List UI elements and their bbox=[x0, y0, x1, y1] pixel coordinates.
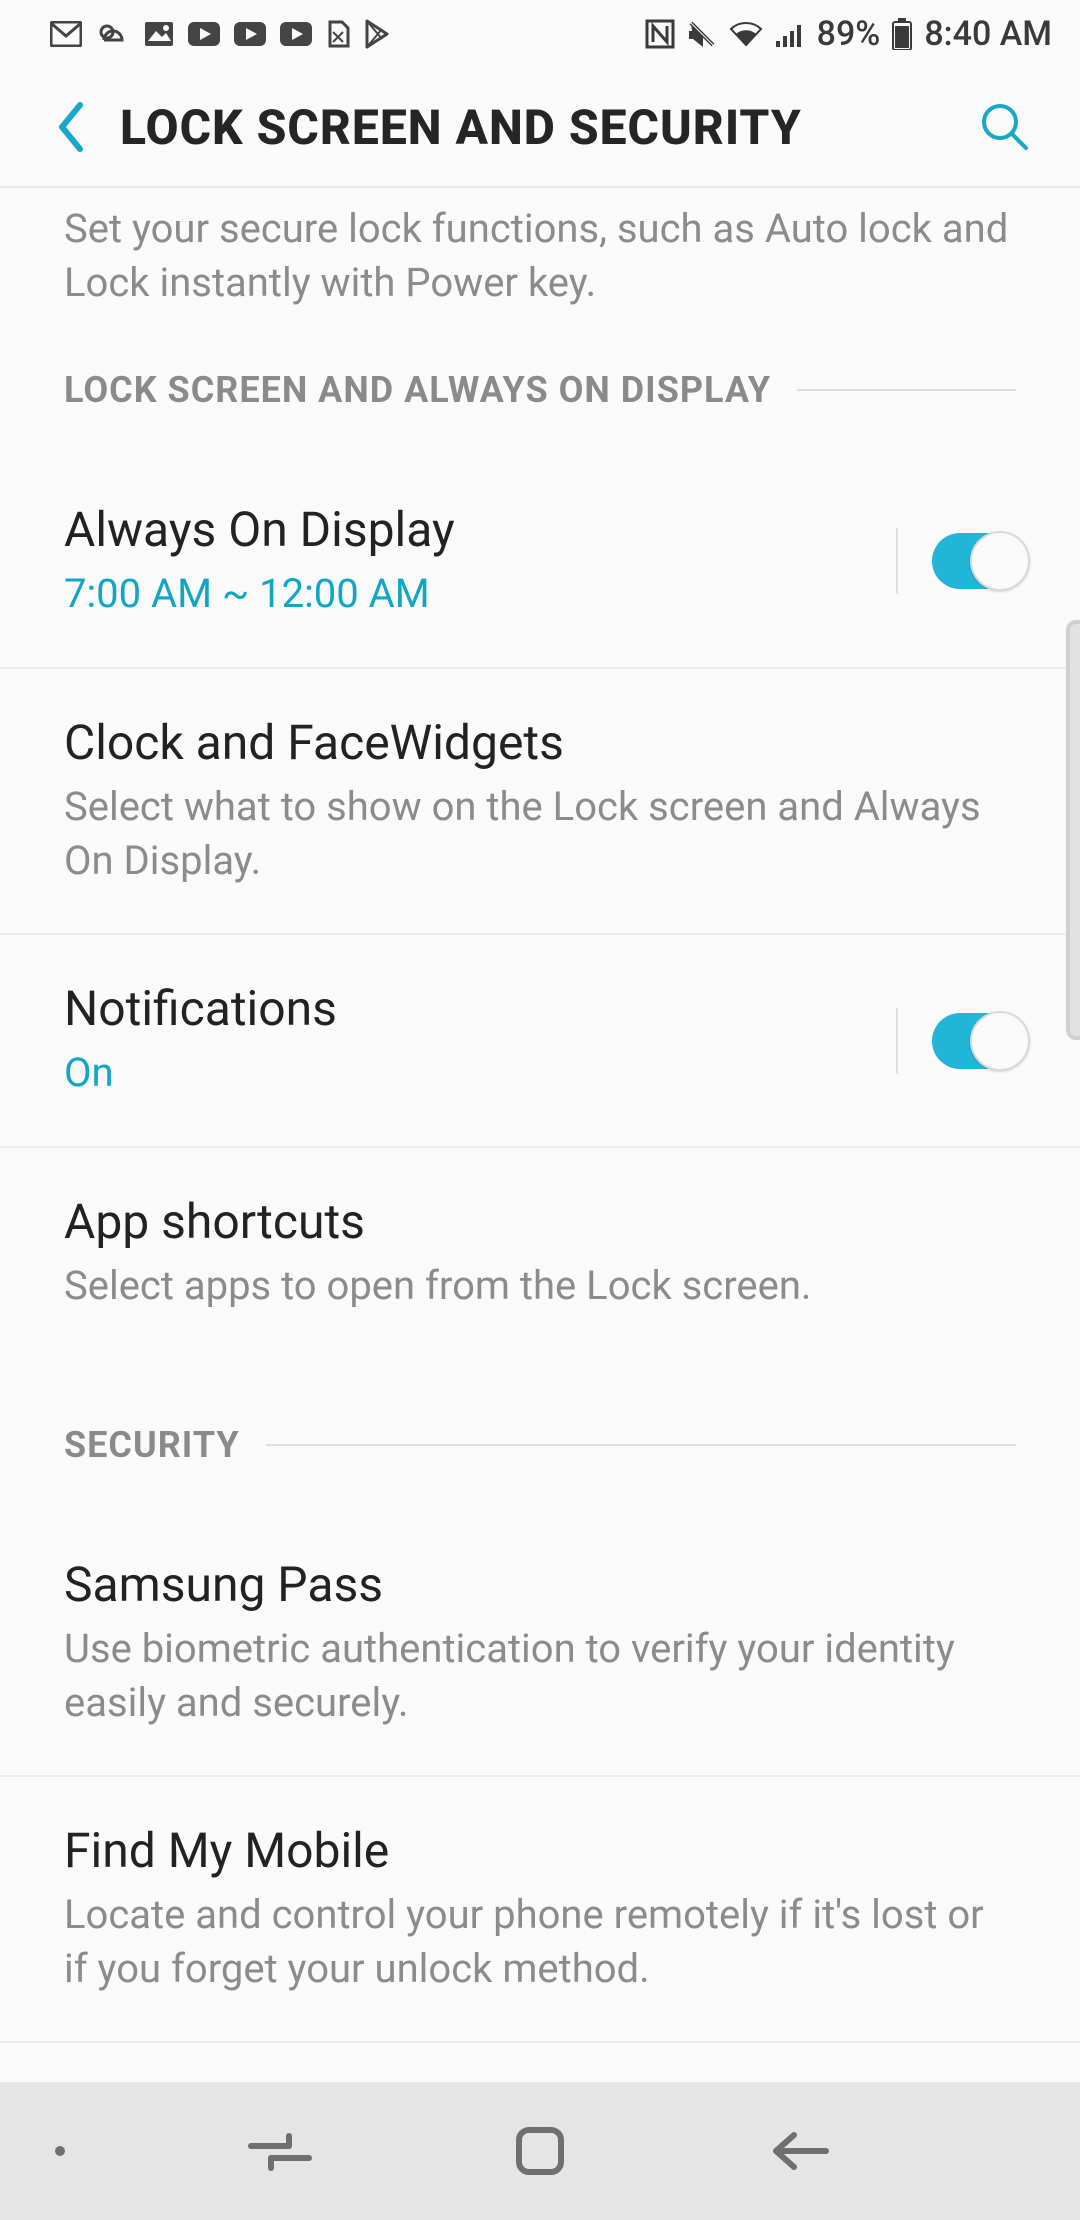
row-title: Clock and FaceWidgets bbox=[64, 715, 1016, 770]
divider bbox=[266, 1444, 1016, 1446]
gallery-icon bbox=[144, 21, 174, 47]
row-subtitle: Locate and control your phone remotely i… bbox=[64, 1888, 1016, 1995]
home-button[interactable] bbox=[440, 2101, 640, 2201]
gmail-icon bbox=[50, 21, 82, 47]
row-app-shortcuts[interactable]: App shortcuts Select apps to open from t… bbox=[0, 1146, 1080, 1359]
toggle-wrap bbox=[896, 1008, 1028, 1074]
mute-icon bbox=[687, 19, 717, 49]
youtube-icon bbox=[280, 22, 312, 46]
row-always-on-display[interactable]: Always On Display 7:00 AM ~ 12:00 AM bbox=[0, 456, 1080, 667]
search-button[interactable] bbox=[970, 92, 1040, 162]
back-nav-button[interactable] bbox=[700, 2101, 900, 2201]
divider bbox=[896, 528, 898, 594]
scroll-handle[interactable] bbox=[1066, 620, 1080, 1040]
back-button[interactable] bbox=[30, 87, 110, 167]
youtube-icon bbox=[234, 22, 266, 46]
battery-icon bbox=[892, 18, 912, 50]
row-title: Notifications bbox=[64, 981, 870, 1036]
sim-icon bbox=[326, 20, 350, 48]
toggle-notifications[interactable] bbox=[932, 1013, 1028, 1069]
row-subtitle: 7:00 AM ~ 12:00 AM bbox=[64, 567, 870, 621]
divider bbox=[797, 389, 1016, 391]
row-clock-facewidgets[interactable]: Clock and FaceWidgets Select what to sho… bbox=[0, 667, 1080, 933]
home-icon bbox=[513, 2124, 567, 2178]
chevron-left-icon bbox=[52, 99, 88, 155]
row-subtitle: Select what to show on the Lock screen a… bbox=[64, 780, 1016, 887]
weather-icon bbox=[96, 21, 130, 47]
section-header-security: SECURITY bbox=[0, 1409, 1080, 1481]
recent-apps-button[interactable] bbox=[180, 2101, 380, 2201]
youtube-icon bbox=[188, 22, 220, 46]
play-store-icon bbox=[364, 19, 390, 49]
settings-content: Set your secure lock functions, such as … bbox=[0, 186, 1080, 2220]
battery-percent: 89% bbox=[817, 14, 881, 54]
row-title: App shortcuts bbox=[64, 1194, 1016, 1249]
section-header-label: SECURITY bbox=[64, 1424, 240, 1466]
recents-icon bbox=[245, 2128, 315, 2174]
status-right: 89% 8:40 AM bbox=[645, 14, 1052, 54]
signal-icon bbox=[775, 21, 805, 47]
clock-text: 8:40 AM bbox=[924, 14, 1052, 54]
status-bar: 89% 8:40 AM bbox=[0, 0, 1080, 68]
nav-expand-dot[interactable] bbox=[0, 2144, 120, 2158]
wifi-icon bbox=[729, 21, 763, 47]
nfc-icon bbox=[645, 19, 675, 49]
toggle-always-on-display[interactable] bbox=[932, 533, 1028, 589]
section-header-label: LOCK SCREEN AND ALWAYS ON DISPLAY bbox=[64, 369, 771, 411]
row-title: Find My Mobile bbox=[64, 1823, 1016, 1878]
app-bar: LOCK SCREEN AND SECURITY bbox=[0, 68, 1080, 186]
row-title: Always On Display bbox=[64, 502, 870, 557]
row-title: Samsung Pass bbox=[64, 1557, 1016, 1612]
row-find-my-mobile[interactable]: Find My Mobile Locate and control your p… bbox=[0, 1775, 1080, 2041]
navigation-bar bbox=[0, 2082, 1080, 2220]
row-subtitle: Use biometric authentication to verify y… bbox=[64, 1622, 1016, 1729]
search-icon bbox=[978, 100, 1032, 154]
row-subtitle: Select apps to open from the Lock screen… bbox=[64, 1259, 1016, 1313]
page-title: LOCK SCREEN AND SECURITY bbox=[120, 99, 802, 156]
status-left-icons bbox=[50, 19, 390, 49]
section-header-lockscreen: LOCK SCREEN AND ALWAYS ON DISPLAY bbox=[0, 354, 1080, 426]
divider bbox=[896, 1008, 898, 1074]
back-icon bbox=[768, 2127, 832, 2175]
row-notifications[interactable]: Notifications On bbox=[0, 933, 1080, 1146]
toggle-wrap bbox=[896, 528, 1028, 594]
intro-text: Set your secure lock functions, such as … bbox=[0, 188, 1080, 354]
row-subtitle: On bbox=[64, 1046, 870, 1100]
row-samsung-pass[interactable]: Samsung Pass Use biometric authenticatio… bbox=[0, 1511, 1080, 1775]
